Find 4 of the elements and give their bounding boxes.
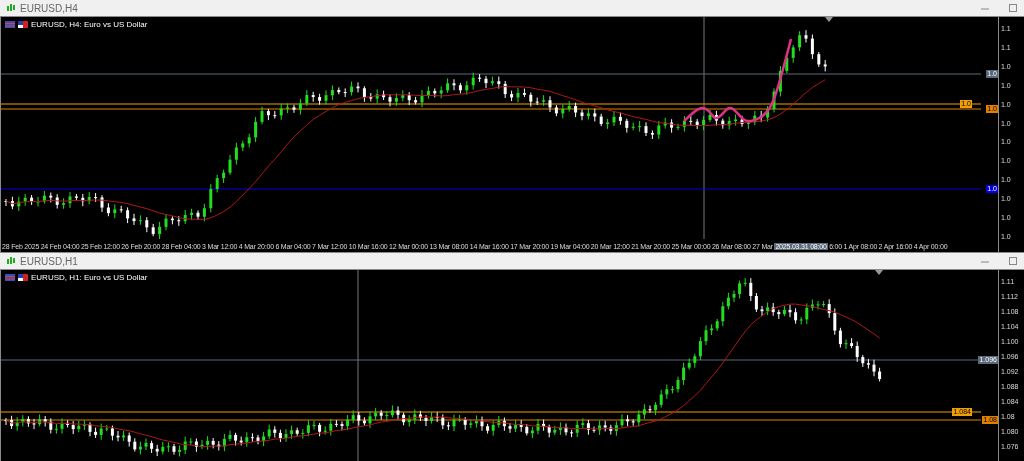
window-title: EURUSD,H4 [20,2,78,14]
window-title: EURUSD,H1 [20,255,78,267]
chart-legend: EURUSD, H4: Euro vs US Dollar [31,20,148,29]
chart-legend: EURUSD, H1: Euro vs US Dollar [31,273,148,282]
